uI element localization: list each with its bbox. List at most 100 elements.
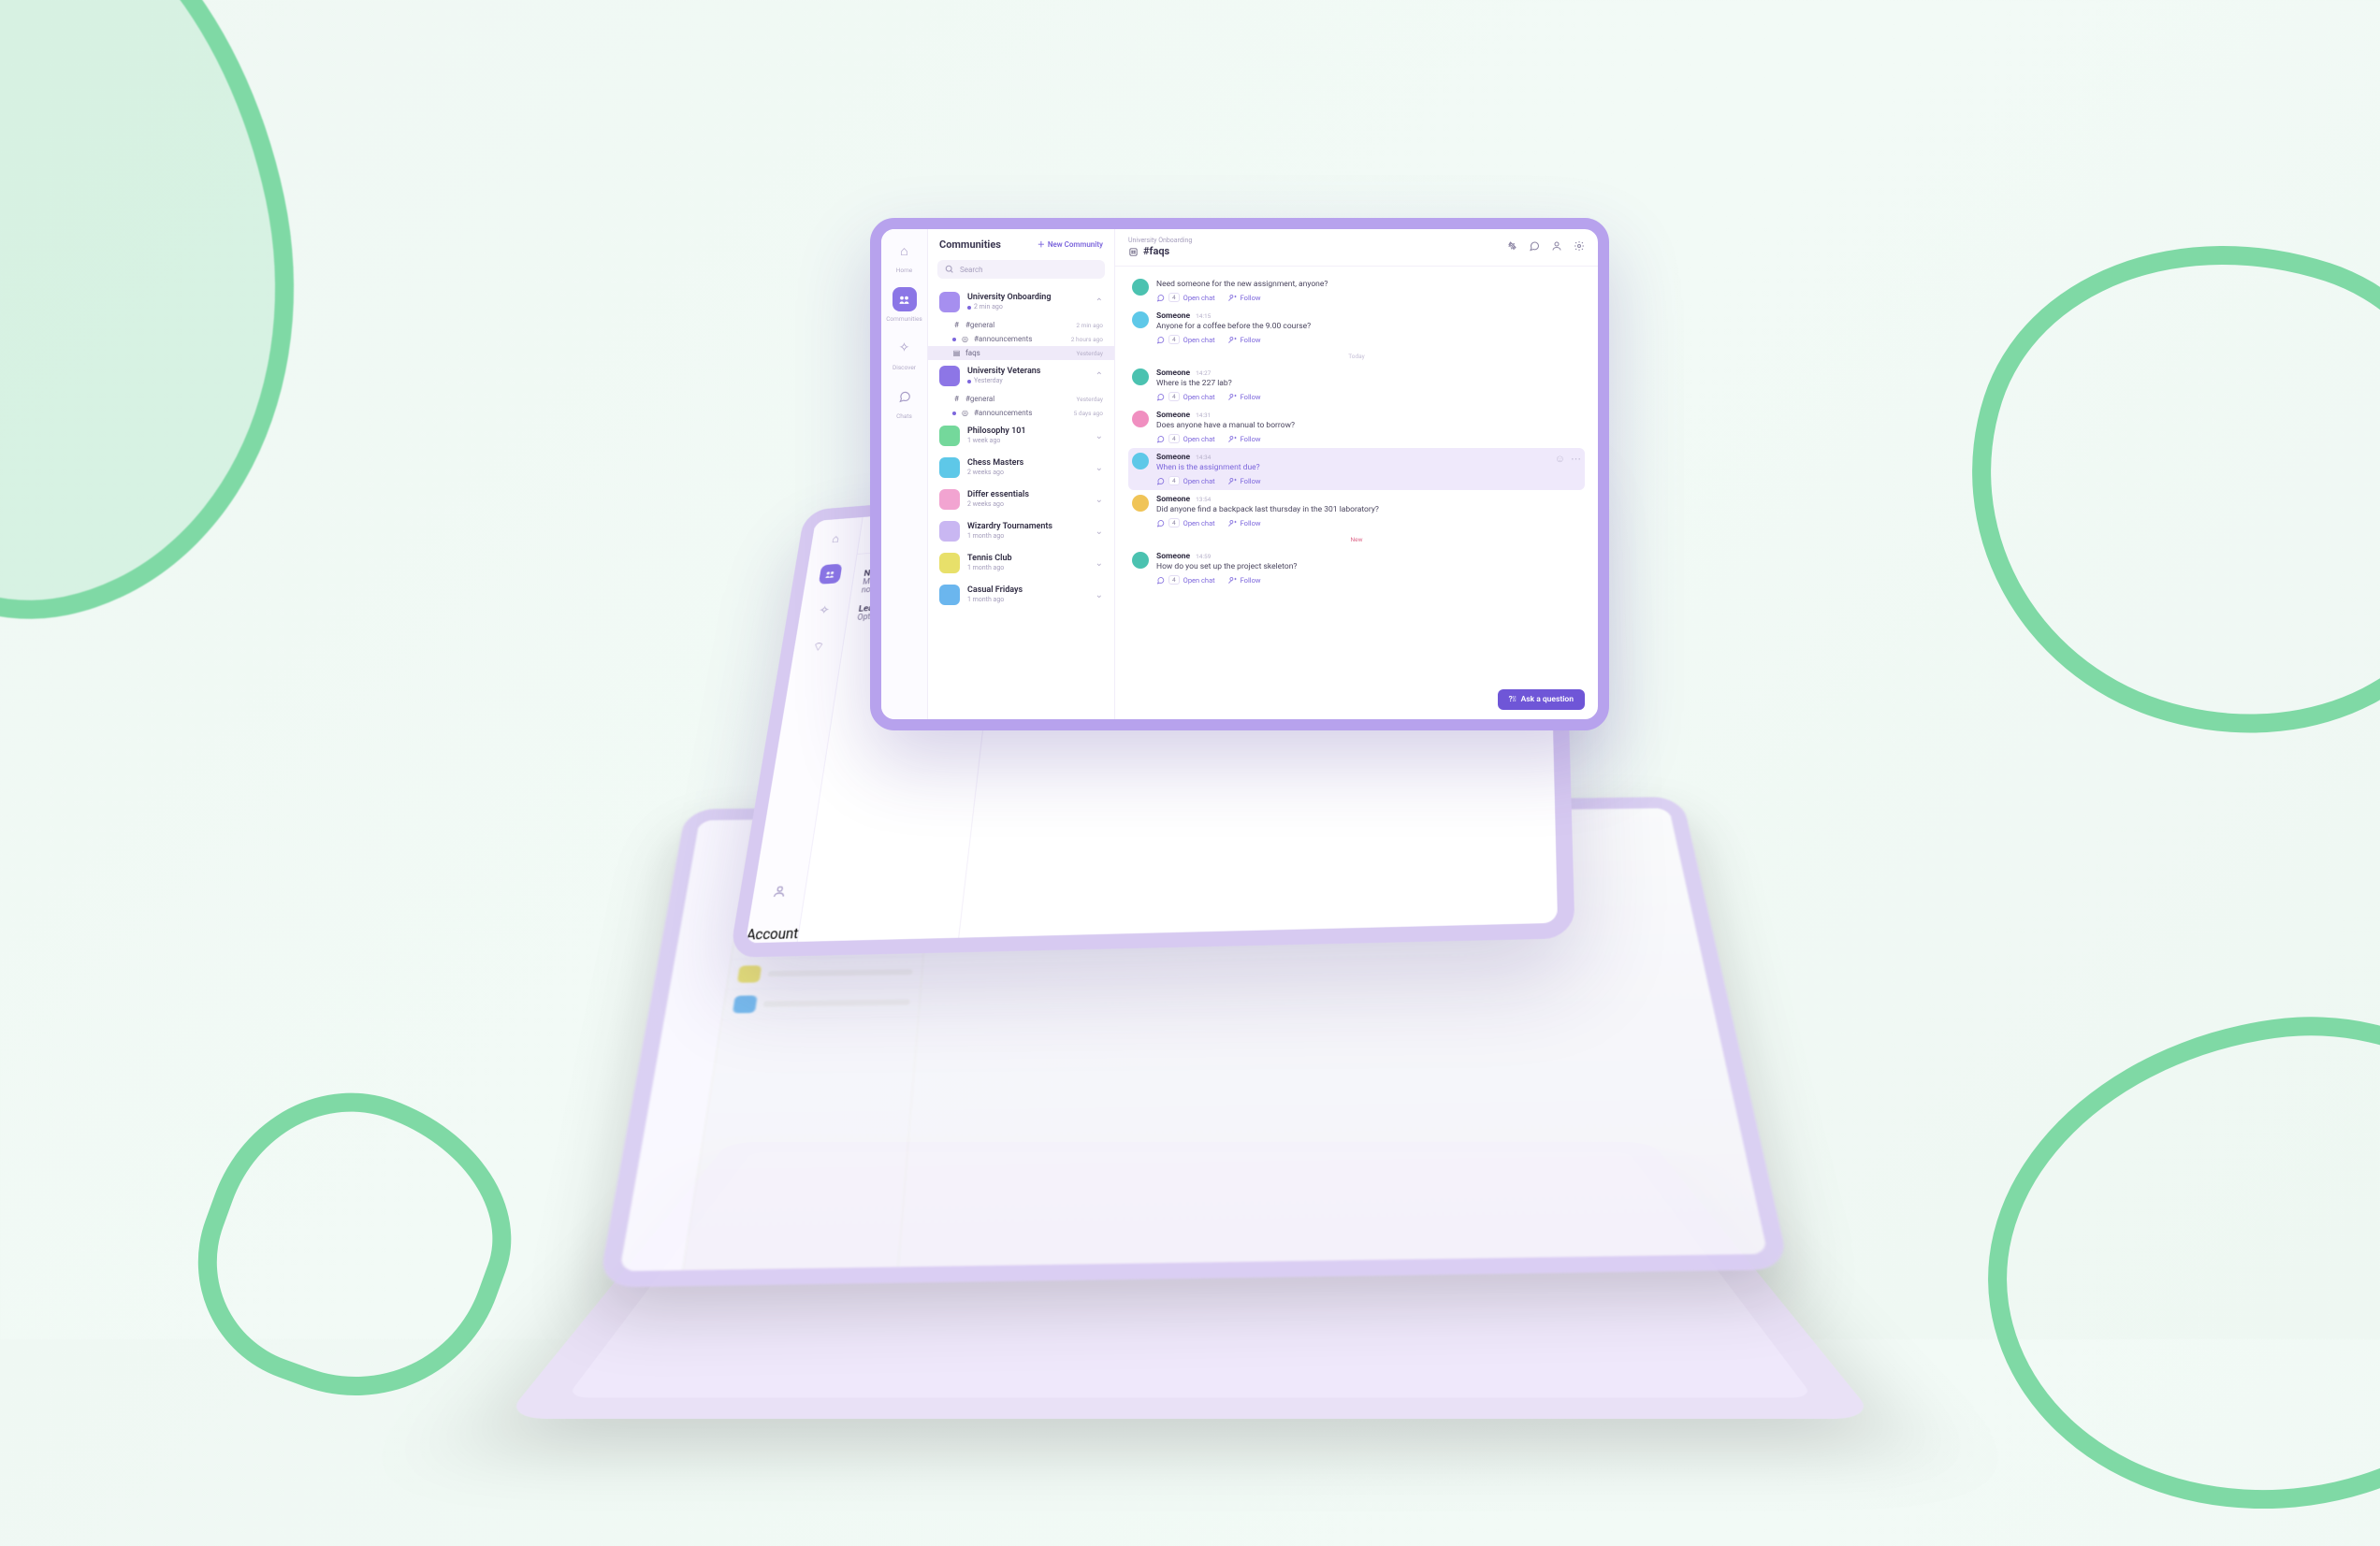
avatar	[1132, 279, 1149, 296]
follow-button[interactable]: Follow	[1228, 518, 1261, 527]
chats-label: Chats	[896, 412, 912, 420]
discover-icon[interactable]: ✧	[892, 336, 917, 360]
home-icon[interactable]: ⌂	[892, 238, 917, 263]
communities-icon[interactable]	[892, 287, 917, 311]
date-divider: Today	[1128, 353, 1585, 360]
channel-item[interactable]: ◎#announcements5 days ago	[928, 406, 1114, 420]
open-chat-button[interactable]: 4Open chat	[1156, 476, 1215, 485]
decorative-blob	[1906, 174, 2380, 799]
chat-icon[interactable]	[1529, 240, 1540, 252]
open-chat-button[interactable]: 4Open chat	[1156, 518, 1215, 527]
follow-button[interactable]: Follow	[1228, 476, 1261, 485]
avatar	[1132, 552, 1149, 569]
channel-item[interactable]: ▤faqsYesterday	[928, 346, 1114, 360]
new-community-button[interactable]: ＋ New Community	[1038, 239, 1103, 250]
channel-type-icon: ▤	[952, 349, 961, 357]
channel-type-icon: ◎	[961, 335, 969, 343]
message[interactable]: Someone14:15Anyone for a coffee before t…	[1128, 307, 1585, 349]
message-author: Someone	[1156, 368, 1190, 378]
community-item[interactable]: University VeteransYesterday⌃	[928, 360, 1114, 392]
message-time: 14:15	[1196, 312, 1211, 320]
main-app-window: ⌂ Home Communities ✧ Discover Chats Comm…	[870, 218, 1609, 730]
channel-item[interactable]: ##general2 min ago	[928, 318, 1114, 332]
message-author: Someone	[1156, 453, 1190, 462]
community-item[interactable]: Differ essentials2 weeks ago⌄	[928, 484, 1114, 515]
open-chat-button[interactable]: 4Open chat	[1156, 434, 1215, 443]
chats-icon[interactable]: ⌔	[806, 636, 831, 657]
search-placeholder: Search	[960, 266, 983, 274]
sidebar-title: Communities	[939, 238, 1001, 251]
discover-label: Discover	[892, 364, 916, 371]
message[interactable]: Need someone for the new assignment, any…	[1128, 274, 1585, 307]
plus-icon: ＋	[1038, 239, 1045, 250]
more-icon[interactable]: ⋯	[1571, 453, 1581, 465]
communities-icon[interactable]	[818, 564, 842, 585]
message-time: 13:54	[1196, 496, 1211, 503]
pin-icon[interactable]	[1506, 240, 1517, 252]
message[interactable]: Someone 14:31 Does anyone have a manual to…	[1128, 406, 1585, 448]
community-item[interactable]: University Onboarding2 min ago⌃	[928, 286, 1114, 318]
chevron-down-icon: ⌄	[1096, 495, 1103, 505]
avatar	[1132, 411, 1149, 427]
message-text: Anyone for a coffee before the 9.00 cour…	[1156, 322, 1581, 331]
decorative-blob	[1956, 983, 2380, 1545]
message[interactable]: Someone14:34When is the assignment due?4…	[1128, 448, 1585, 490]
message-time: 14:31	[1196, 412, 1211, 419]
follow-button[interactable]: Follow	[1228, 434, 1261, 443]
message-time: 14:59	[1196, 553, 1211, 560]
question-icon: ?⃝	[1509, 695, 1517, 704]
account-label: Account	[746, 925, 800, 943]
community-item[interactable]: Tennis Club1 month ago⌄	[928, 547, 1114, 579]
avatar	[1132, 311, 1149, 328]
channel-type-icon: #	[952, 395, 961, 403]
account-icon[interactable]	[766, 880, 792, 903]
search-icon	[945, 265, 954, 274]
message-author: Someone	[1156, 411, 1190, 420]
channel-type-icon: #	[952, 321, 961, 329]
open-chat-button[interactable]: 4Open chat	[1156, 335, 1215, 344]
follow-button[interactable]: Follow	[1228, 575, 1261, 585]
community-item[interactable]: Casual Fridays1 month ago⌄	[928, 579, 1114, 611]
community-item[interactable]: Wizardry Tournaments1 month ago⌄	[928, 515, 1114, 547]
home-label: Home	[896, 267, 913, 274]
reaction-icon[interactable]: ☺	[1555, 453, 1565, 465]
open-chat-button[interactable]: 4Open chat	[1156, 293, 1215, 302]
chevron-down-icon: ⌄	[1096, 590, 1103, 600]
avatar	[1132, 453, 1149, 470]
channel-item[interactable]: ◎#announcements2 hours ago	[928, 332, 1114, 346]
chevron-up-icon: ⌃	[1096, 371, 1103, 382]
message[interactable]: Someone14:59How do you set up the projec…	[1128, 547, 1585, 589]
community-item[interactable]: Philosophy 1011 week ago⌄	[928, 420, 1114, 452]
avatar	[1132, 495, 1149, 512]
channel-title: #faqs	[1143, 245, 1169, 258]
open-chat-button[interactable]: 4Open chat	[1156, 392, 1215, 401]
message-text: Does anyone have a manual to borrow?	[1156, 421, 1581, 430]
message-time: 14:27	[1196, 369, 1211, 377]
follow-button[interactable]: Follow	[1228, 335, 1261, 344]
decorative-blob	[0, 0, 360, 666]
channel-type-icon: ◎	[961, 409, 969, 417]
decorative-blob	[164, 1054, 547, 1438]
message[interactable]: Someone14:27Where is the 227 lab?4Open c…	[1128, 364, 1585, 406]
message[interactable]: Someone13:54Did anyone find a backpack l…	[1128, 490, 1585, 532]
channel-item[interactable]: ##generalYesterday	[928, 392, 1114, 406]
discover-icon[interactable]: ✧	[812, 600, 836, 621]
follow-button[interactable]: Follow	[1228, 293, 1261, 302]
breadcrumb[interactable]: University Onboarding	[1128, 237, 1192, 245]
chats-icon[interactable]	[892, 384, 917, 409]
search-input[interactable]: Search	[937, 260, 1105, 279]
message-text: Need someone for the new assignment, any…	[1156, 280, 1581, 289]
ask-question-button[interactable]: ?⃝ Ask a question	[1498, 689, 1585, 710]
chevron-down-icon: ⌄	[1096, 558, 1103, 569]
home-icon[interactable]: ⌂	[824, 528, 848, 549]
chevron-down-icon: ⌄	[1096, 527, 1103, 537]
message-author: Someone	[1156, 495, 1190, 504]
follow-button[interactable]: Follow	[1228, 392, 1261, 401]
user-icon[interactable]	[1551, 240, 1562, 252]
open-chat-button[interactable]: 4Open chat	[1156, 575, 1215, 585]
gear-icon[interactable]	[1574, 240, 1585, 252]
communities-label: Communities	[886, 315, 922, 323]
community-item[interactable]: Chess Masters2 weeks ago⌄	[928, 452, 1114, 484]
message-text: When is the assignment due?	[1156, 463, 1547, 472]
message-author: Someone	[1156, 552, 1190, 561]
